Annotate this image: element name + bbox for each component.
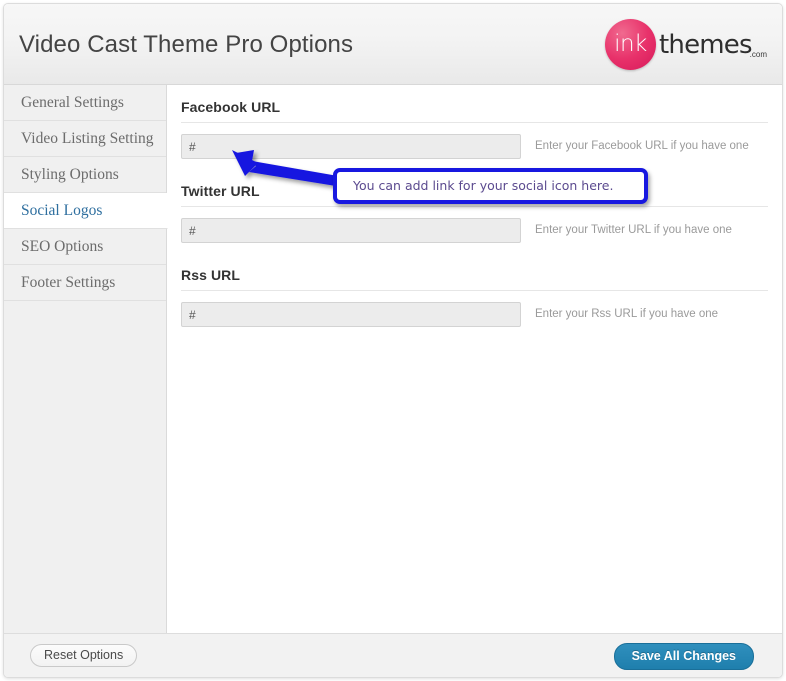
field-label: Facebook URL [181, 99, 281, 115]
field-group-rss-url: Rss URL Enter your Rss URL if you have o… [168, 253, 782, 337]
sidebar-item-label: SEO Options [21, 238, 104, 255]
sidebar-item-general-settings[interactable]: General Settings [4, 85, 166, 121]
logo-themes-text: themes [659, 30, 753, 60]
sidebar-item-label: Video Listing Setting [21, 130, 154, 147]
settings-sidebar: General Settings Video Listing Setting S… [4, 85, 168, 633]
sidebar-item-styling-options[interactable]: Styling Options [4, 157, 166, 193]
page-header: Video Cast Theme Pro Options ink themes … [4, 4, 782, 85]
settings-content: Facebook URL Enter your Facebook URL if … [168, 85, 782, 633]
sidebar-item-label: Styling Options [21, 166, 119, 183]
field-row: Enter your Facebook URL if you have one [181, 123, 768, 169]
options-panel: Video Cast Theme Pro Options ink themes … [3, 3, 783, 678]
field-description: Enter your Facebook URL if you have one [535, 140, 749, 152]
sidebar-item-seo-options[interactable]: SEO Options [4, 229, 166, 265]
sidebar-item-label: Footer Settings [21, 274, 116, 291]
sidebar-item-footer-settings[interactable]: Footer Settings [4, 265, 166, 301]
field-group-facebook-url: Facebook URL Enter your Facebook URL if … [168, 85, 782, 169]
inkthemes-logo: ink themes .com [602, 19, 767, 71]
sidebar-item-label: Social Logos [21, 202, 103, 219]
field-label: Twitter URL [181, 183, 260, 199]
page-body: General Settings Video Listing Setting S… [4, 85, 782, 633]
page-footer: Reset Options Save All Changes [4, 633, 782, 677]
field-description: Enter your Rss URL if you have one [535, 308, 719, 320]
logo-dotcom-text: .com [749, 50, 767, 59]
field-row: Enter your Rss URL if you have one [181, 291, 768, 337]
field-label: Rss URL [181, 267, 241, 283]
sidebar-item-label: General Settings [21, 94, 124, 111]
sidebar-item-social-logos[interactable]: Social Logos [4, 193, 168, 229]
options-page: Video Cast Theme Pro Options ink themes … [0, 0, 786, 681]
page-title: Video Cast Theme Pro Options [19, 31, 354, 58]
twitter-url-input[interactable] [181, 218, 521, 243]
field-description: Enter your Twitter URL if you have one [535, 224, 732, 236]
facebook-url-input[interactable] [181, 134, 521, 159]
field-row: Enter your Twitter URL if you have one [181, 207, 768, 253]
save-all-changes-button[interactable]: Save All Changes [613, 643, 754, 670]
reset-options-button[interactable]: Reset Options [30, 644, 138, 667]
field-group-twitter-url: Twitter URL Enter your Twitter URL if yo… [168, 169, 782, 253]
rss-url-input[interactable] [181, 302, 521, 327]
logo-ink-text: ink [614, 31, 647, 57]
sidebar-item-video-listing-setting[interactable]: Video Listing Setting [4, 121, 166, 157]
